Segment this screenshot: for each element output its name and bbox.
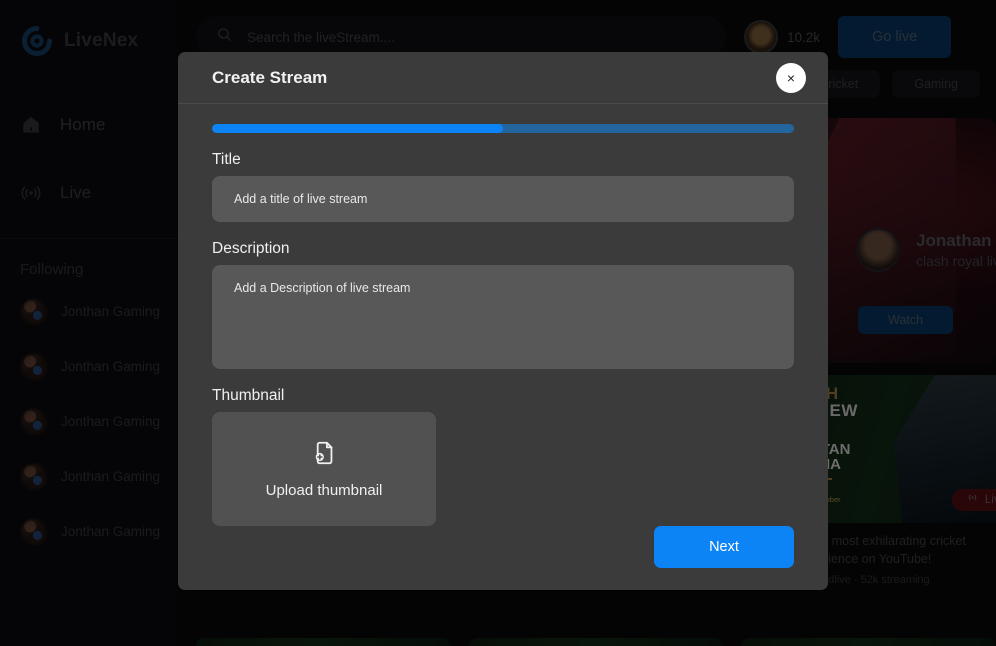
app-root: LiveNex Home Live Fol: [0, 0, 996, 646]
thumbnail-field-label: Thumbnail: [212, 387, 285, 404]
title-input[interactable]: Add a title of live stream: [212, 176, 794, 222]
progress-bar: [212, 124, 794, 133]
create-stream-modal: Create Stream × Title Add a title of liv…: [178, 52, 828, 590]
modal-body: Title Add a title of live stream Descrip…: [178, 104, 828, 526]
close-icon[interactable]: ×: [776, 62, 806, 93]
next-button[interactable]: Next: [654, 526, 794, 568]
description-textarea[interactable]: Add a Description of live stream: [212, 265, 794, 369]
upload-thumbnail-label: Upload thumbnail: [265, 482, 383, 499]
progress-bar-fill: [212, 124, 503, 133]
title-input-placeholder: Add a title of live stream: [234, 192, 368, 206]
file-plus-icon: [310, 439, 338, 472]
modal-header: Create Stream ×: [178, 52, 828, 104]
description-field-label: Description: [212, 240, 290, 257]
modal-footer: Next: [178, 526, 828, 590]
description-placeholder: Add a Description of live stream: [234, 281, 411, 295]
modal-title: Create Stream: [212, 67, 328, 87]
upload-thumbnail-dropzone[interactable]: Upload thumbnail: [212, 412, 436, 526]
title-field-label: Title: [212, 151, 241, 168]
